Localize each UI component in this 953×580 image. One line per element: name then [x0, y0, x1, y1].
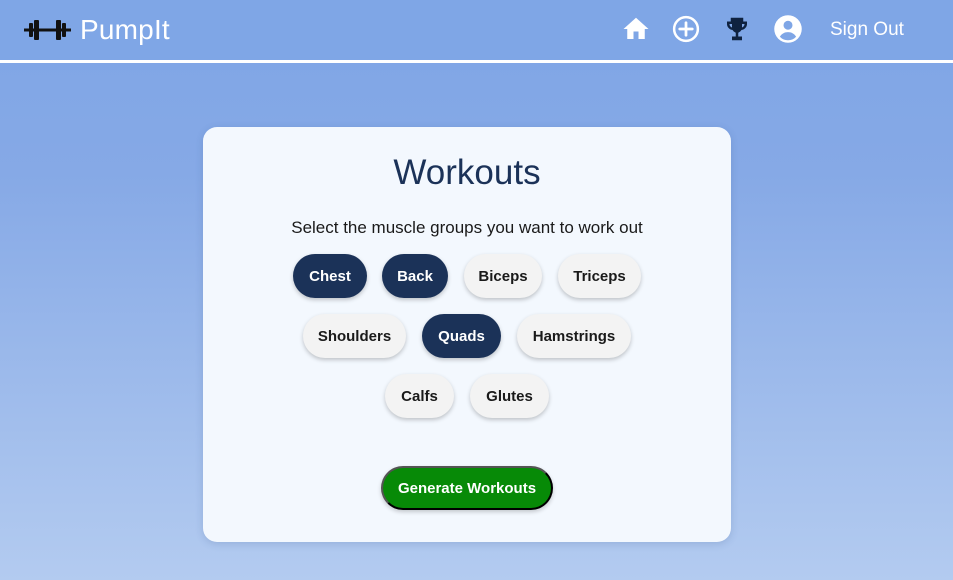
chip-hamstrings[interactable]: Hamstrings	[517, 314, 631, 358]
brand-name: PumpIt	[80, 14, 170, 45]
brand[interactable]: PumpIt	[24, 13, 170, 47]
chip-calfs[interactable]: Calfs	[385, 374, 454, 418]
chip-biceps[interactable]: Biceps	[464, 254, 542, 298]
navbar: PumpIt Sign Out	[0, 0, 953, 63]
home-icon[interactable]	[621, 14, 651, 44]
chip-chest[interactable]: Chest	[293, 254, 367, 298]
barbell-icon	[24, 20, 71, 40]
chip-glutes[interactable]: Glutes	[470, 374, 549, 418]
chip-back[interactable]: Back	[382, 254, 448, 298]
add-circle-icon[interactable]	[671, 14, 701, 44]
chip-triceps[interactable]: Triceps	[558, 254, 641, 298]
instructions-text: Select the muscle groups you want to wor…	[291, 218, 643, 237]
account-circle-icon[interactable]	[773, 14, 803, 44]
trophy-icon[interactable]	[722, 14, 752, 44]
sign-out-link[interactable]: Sign Out	[830, 19, 904, 41]
chip-shoulders[interactable]: Shoulders	[303, 314, 406, 358]
page-title: Workouts	[393, 153, 541, 192]
generate-workouts-button[interactable]: Generate Workouts	[381, 466, 553, 510]
chip-quads[interactable]: Quads	[422, 314, 501, 358]
